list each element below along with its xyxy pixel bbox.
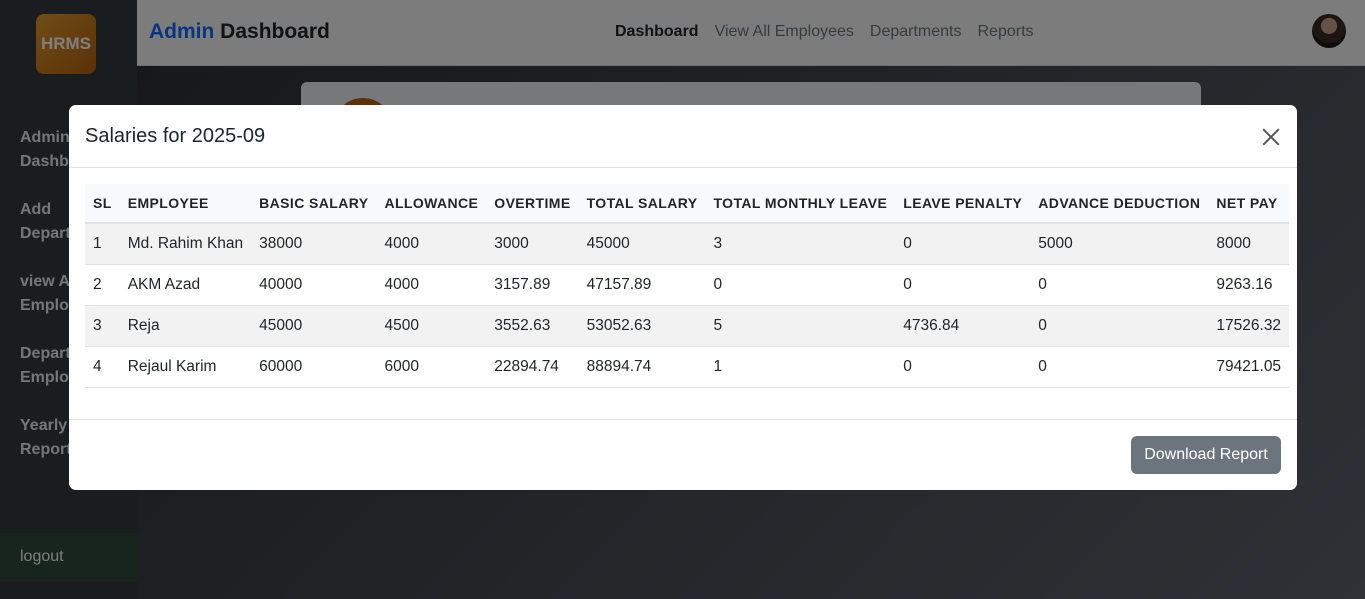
table-cell: 47157.89 bbox=[578, 264, 706, 306]
table-row: 4 Rejaul Karim 60000 6000 22894.74 88894… bbox=[85, 346, 1290, 388]
table-cell: 88894.74 bbox=[578, 346, 706, 388]
table-cell: 0 bbox=[1030, 346, 1209, 388]
table-row: 1 Md. Rahim Khan 38000 4000 3000 45000 3… bbox=[85, 223, 1290, 265]
table-cell: 0 bbox=[895, 346, 1031, 388]
table-cell: 45000 bbox=[578, 223, 706, 265]
table-cell: 4736.84 bbox=[895, 305, 1031, 347]
table-cell: 0 bbox=[705, 264, 896, 306]
table-cell: 45000 bbox=[251, 305, 377, 347]
table-cell: 1 bbox=[705, 346, 896, 388]
table-cell: 5 bbox=[705, 305, 896, 347]
column-header: SL bbox=[85, 184, 120, 224]
table-cell: 6000 bbox=[376, 346, 487, 388]
table-row: 3 Reja 45000 4500 3552.63 53052.63 5 473… bbox=[85, 305, 1290, 347]
table-cell: 53052.63 bbox=[578, 305, 706, 347]
table-cell: 5000 bbox=[1030, 223, 1209, 265]
modal-footer: Download Report bbox=[69, 419, 1297, 490]
salary-modal: Salaries for 2025-09 SL EMPLOYEE BASIC S… bbox=[69, 105, 1297, 490]
table-cell: 4000 bbox=[376, 223, 487, 265]
table-cell: 0 bbox=[895, 264, 1031, 306]
table-cell: Md. Rahim Khan bbox=[119, 223, 252, 265]
table-cell: 2 bbox=[85, 264, 120, 306]
column-header: NET PAY bbox=[1208, 184, 1290, 224]
table-header-row: SL EMPLOYEE BASIC SALARY ALLOWANCE OVERT… bbox=[85, 184, 1290, 224]
table-cell: 0 bbox=[1030, 305, 1209, 347]
table-cell: 3 bbox=[85, 305, 120, 347]
table-cell: 40000 bbox=[251, 264, 377, 306]
table-cell: 3 bbox=[705, 223, 896, 265]
table-cell: 9263.16 bbox=[1208, 264, 1290, 306]
table-cell: 4500 bbox=[376, 305, 487, 347]
table-cell: AKM Azad bbox=[119, 264, 252, 306]
table-cell: 4000 bbox=[376, 264, 487, 306]
close-icon[interactable] bbox=[1259, 125, 1283, 149]
table-cell: 1 bbox=[85, 223, 120, 265]
table-cell: 22894.74 bbox=[486, 346, 579, 388]
column-header: TOTAL SALARY bbox=[578, 184, 706, 224]
column-header: ADVANCE DEDUCTION bbox=[1030, 184, 1209, 224]
download-report-button[interactable]: Download Report bbox=[1131, 436, 1281, 474]
table-cell: Reja bbox=[119, 305, 252, 347]
column-header: OVERTIME bbox=[486, 184, 579, 224]
table-cell: 0 bbox=[1030, 264, 1209, 306]
column-header: TOTAL MONTHLY LEAVE bbox=[705, 184, 896, 224]
modal-title: Salaries for 2025-09 bbox=[85, 125, 266, 147]
column-header: EMPLOYEE bbox=[119, 184, 252, 224]
table-cell: 0 bbox=[895, 223, 1031, 265]
column-header: LEAVE PENALTY bbox=[895, 184, 1031, 224]
modal-header: Salaries for 2025-09 bbox=[69, 105, 1297, 168]
table-cell: Rejaul Karim bbox=[119, 346, 252, 388]
table-cell: 8000 bbox=[1208, 223, 1290, 265]
table-cell: 4 bbox=[85, 346, 120, 388]
table-cell: 3552.63 bbox=[486, 305, 579, 347]
table-cell: 79421.05 bbox=[1208, 346, 1290, 388]
table-cell: 17526.32 bbox=[1208, 305, 1290, 347]
table-cell: 3000 bbox=[486, 223, 579, 265]
salary-table: SL EMPLOYEE BASIC SALARY ALLOWANCE OVERT… bbox=[85, 184, 1290, 388]
column-header: ALLOWANCE bbox=[376, 184, 487, 224]
table-cell: 38000 bbox=[251, 223, 377, 265]
table-cell: 60000 bbox=[251, 346, 377, 388]
column-header: BASIC SALARY bbox=[251, 184, 377, 224]
table-row: 2 AKM Azad 40000 4000 3157.89 47157.89 0… bbox=[85, 264, 1290, 306]
table-cell: 3157.89 bbox=[486, 264, 579, 306]
